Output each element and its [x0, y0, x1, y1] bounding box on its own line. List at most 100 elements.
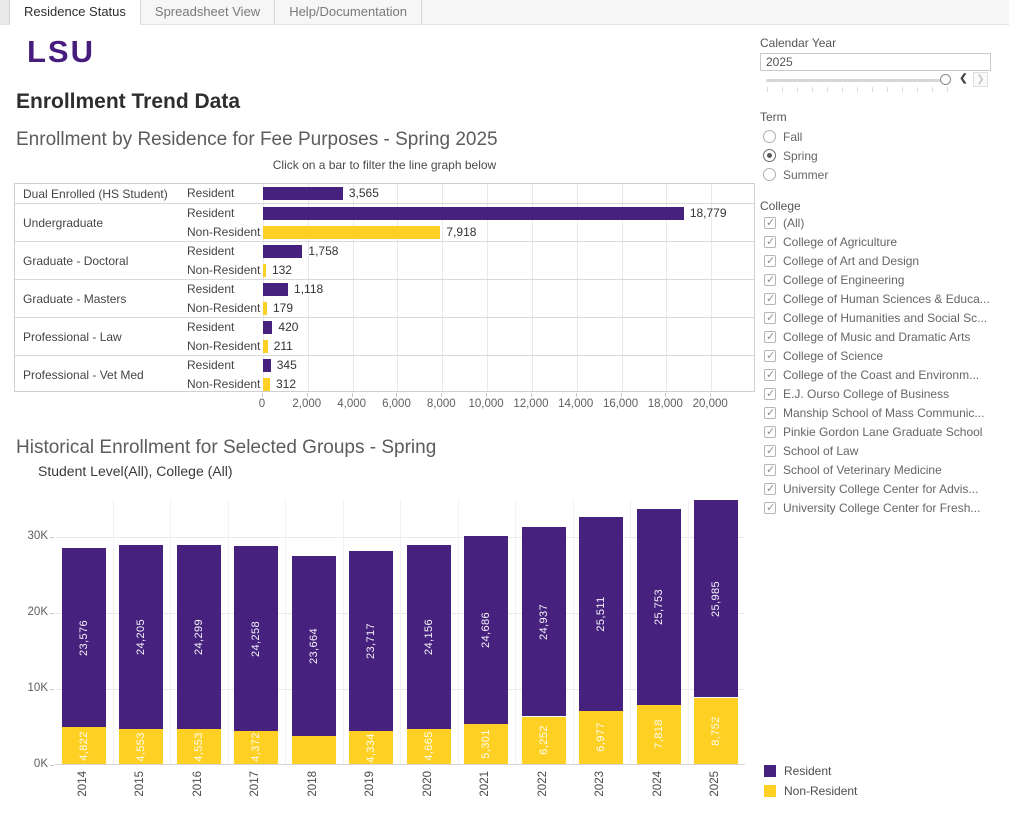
slider-tick: [932, 87, 933, 92]
term-option-spring[interactable]: Spring: [763, 146, 828, 165]
checkbox-icon[interactable]: [764, 445, 776, 457]
year-stacked-bar[interactable]: 24,1564,665: [407, 545, 451, 764]
checkbox-icon[interactable]: [764, 293, 776, 305]
resident-segment[interactable]: 24,258: [234, 546, 278, 730]
tab-spreadsheet-view[interactable]: Spreadsheet View: [141, 0, 275, 24]
year-stacked-bar[interactable]: 24,2584,372: [234, 546, 278, 764]
year-stacked-bar[interactable]: 25,5116,977: [579, 517, 623, 764]
year-stacked-bar[interactable]: 24,9376,252: [522, 527, 566, 764]
college-option[interactable]: Manship School of Mass Communic...: [764, 403, 990, 422]
college-option[interactable]: College of the Coast and Environm...: [764, 365, 990, 384]
non-resident-segment[interactable]: 6,252: [522, 717, 566, 765]
college-option[interactable]: E.J. Ourso College of Business: [764, 384, 990, 403]
year-stacked-bar[interactable]: 23,664: [292, 556, 336, 764]
year-stacked-bar[interactable]: 24,2054,553: [119, 545, 163, 764]
resident-bar[interactable]: [263, 359, 271, 372]
resident-bar[interactable]: [263, 245, 302, 258]
checkbox-icon[interactable]: [764, 350, 776, 362]
radio-icon[interactable]: [763, 168, 776, 181]
term-option-summer[interactable]: Summer: [763, 165, 828, 184]
year-stacked-bar[interactable]: 24,2994,553: [177, 545, 221, 764]
year-stacked-bar[interactable]: 23,7174,334: [349, 551, 393, 764]
non-resident-segment[interactable]: 6,977: [579, 711, 623, 764]
college-option[interactable]: College of Music and Dramatic Arts: [764, 327, 990, 346]
resident-segment[interactable]: 25,985: [694, 500, 738, 697]
calendar-year-input[interactable]: [760, 53, 991, 71]
non-resident-segment[interactable]: 4,553: [119, 729, 163, 764]
radio-icon[interactable]: [763, 130, 776, 143]
non-resident-segment[interactable]: 7,818: [637, 705, 681, 764]
college-option[interactable]: School of Law: [764, 441, 990, 460]
college-option[interactable]: (All): [764, 213, 990, 232]
resident-segment[interactable]: 24,156: [407, 545, 451, 729]
tab-help-documentation[interactable]: Help/Documentation: [275, 0, 422, 24]
college-option-label: E.J. Ourso College of Business: [783, 387, 949, 401]
non-resident-segment[interactable]: 5,301: [464, 724, 508, 764]
resident-segment[interactable]: 24,299: [177, 545, 221, 730]
resident-segment[interactable]: 24,205: [119, 545, 163, 729]
resident-segment[interactable]: 24,937: [522, 527, 566, 717]
checkbox-icon[interactable]: [764, 464, 776, 476]
college-option[interactable]: College of Human Sciences & Educa...: [764, 289, 990, 308]
non-resident-bar[interactable]: [263, 264, 266, 277]
tab-residence-status[interactable]: Residence Status: [10, 0, 141, 25]
non-resident-bar[interactable]: [263, 226, 440, 239]
resident-segment[interactable]: 25,753: [637, 509, 681, 705]
year-stacked-bar[interactable]: 24,6865,301: [464, 536, 508, 764]
checkbox-icon[interactable]: [764, 274, 776, 286]
calendar-year-slider-knob[interactable]: [940, 74, 951, 85]
resident-bar[interactable]: [263, 283, 288, 296]
checkbox-icon[interactable]: [764, 502, 776, 514]
calendar-year-slider-track[interactable]: [766, 79, 948, 82]
non-resident-segment[interactable]: 4,822: [62, 727, 106, 764]
non-resident-segment[interactable]: 4,372: [234, 731, 278, 764]
resident-segment[interactable]: 25,511: [579, 517, 623, 711]
non-resident-segment[interactable]: 4,553: [177, 729, 221, 764]
college-option[interactable]: University College Center for Advis...: [764, 479, 990, 498]
checkbox-icon[interactable]: [764, 483, 776, 495]
college-option-label: College of Humanities and Social Sc...: [783, 311, 987, 325]
checkbox-icon[interactable]: [764, 331, 776, 343]
non-resident-bar[interactable]: [263, 340, 268, 353]
non-resident-segment[interactable]: 8,752: [694, 698, 738, 765]
college-option[interactable]: College of Agriculture: [764, 232, 990, 251]
resident-segment[interactable]: 23,664: [292, 556, 336, 736]
checkbox-icon[interactable]: [764, 388, 776, 400]
resident-bar[interactable]: [263, 321, 272, 334]
legend-item-non-resident[interactable]: Non-Resident: [764, 781, 857, 801]
year-stacked-bar[interactable]: 25,7537,818: [637, 509, 681, 764]
radio-icon[interactable]: [763, 149, 776, 162]
college-option[interactable]: University College Center for Fresh...: [764, 498, 990, 517]
resident-segment[interactable]: 23,576: [62, 548, 106, 727]
calendar-year-next-button[interactable]: ❯: [973, 72, 988, 87]
calendar-year-prev-button[interactable]: ❮: [956, 72, 971, 87]
college-option[interactable]: Pinkie Gordon Lane Graduate School: [764, 422, 990, 441]
non-resident-segment[interactable]: 4,665: [407, 729, 451, 764]
non-resident-segment[interactable]: 4,334: [349, 731, 393, 764]
resident-bar[interactable]: [263, 187, 343, 200]
checkbox-icon[interactable]: [764, 407, 776, 419]
term-option-fall[interactable]: Fall: [763, 127, 828, 146]
college-option[interactable]: College of Engineering: [764, 270, 990, 289]
resident-segment[interactable]: 24,686: [464, 536, 508, 724]
checkbox-icon[interactable]: [764, 426, 776, 438]
checkbox-icon[interactable]: [764, 369, 776, 381]
checkbox-icon[interactable]: [764, 312, 776, 324]
checkbox-icon[interactable]: [764, 255, 776, 267]
college-option[interactable]: College of Art and Design: [764, 251, 990, 270]
college-option[interactable]: College of Science: [764, 346, 990, 365]
year-stacked-bar[interactable]: 23,5764,822: [62, 548, 106, 764]
non-resident-segment[interactable]: [292, 736, 336, 764]
x-tick-mark: [486, 393, 487, 397]
college-option[interactable]: School of Veterinary Medicine: [764, 460, 990, 479]
lsu-logo: LSU: [27, 34, 95, 70]
college-option[interactable]: College of Humanities and Social Sc...: [764, 308, 990, 327]
legend-item-resident[interactable]: Resident: [764, 761, 857, 781]
year-stacked-bar[interactable]: 25,9858,752: [694, 500, 738, 764]
resident-segment[interactable]: 23,717: [349, 551, 393, 731]
checkbox-icon[interactable]: [764, 236, 776, 248]
checkbox-icon[interactable]: [764, 217, 776, 229]
non-resident-bar[interactable]: [263, 378, 270, 391]
resident-bar[interactable]: [263, 207, 684, 220]
non-resident-bar[interactable]: [263, 302, 267, 315]
